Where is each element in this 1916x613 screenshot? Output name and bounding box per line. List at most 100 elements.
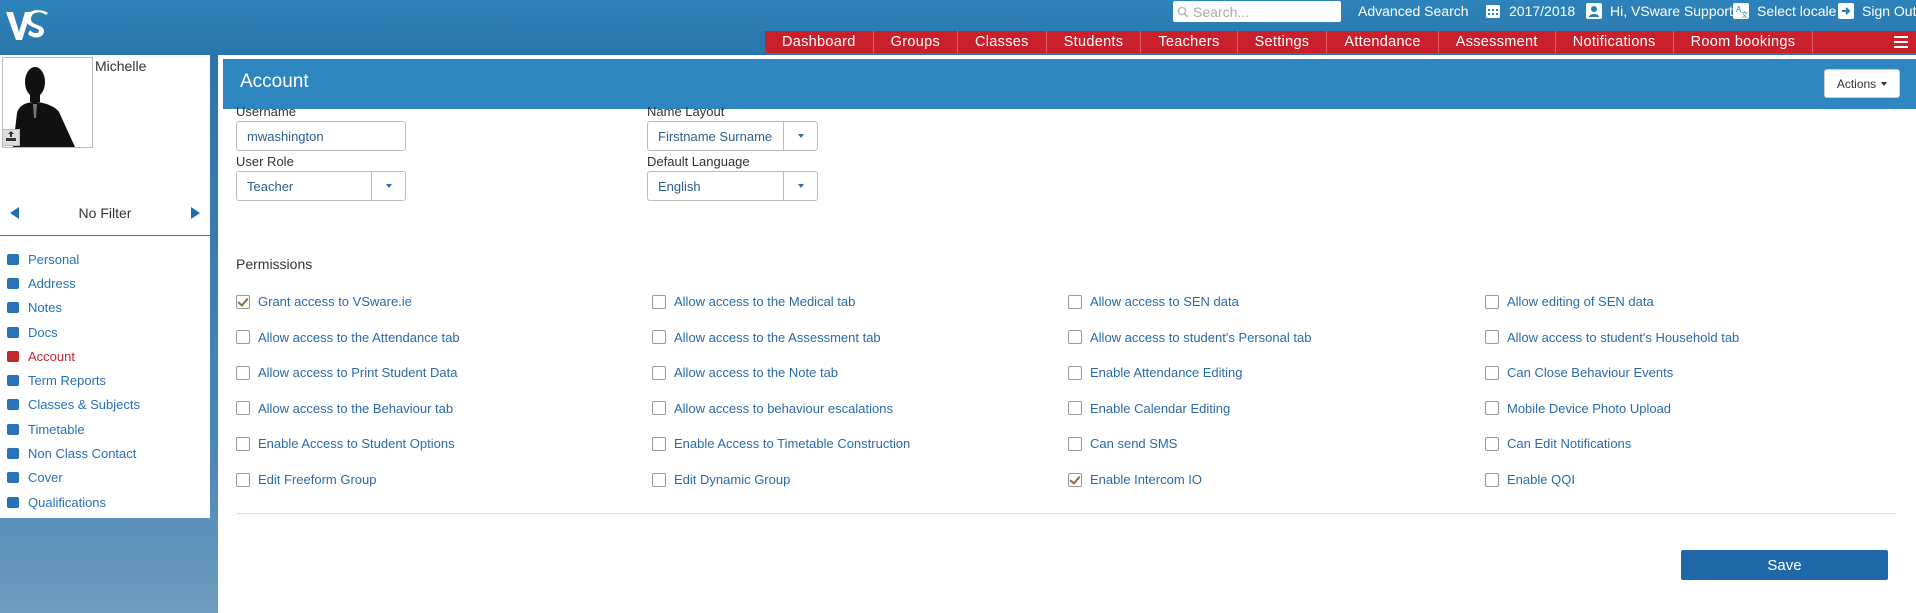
checkbox[interactable] [1068, 436, 1082, 451]
checkbox[interactable] [236, 436, 250, 451]
dropdown-toggle[interactable] [783, 172, 817, 200]
nav-attendance[interactable]: Attendance [1327, 31, 1439, 53]
checkbox[interactable] [652, 365, 666, 380]
permission-checkbox-row[interactable]: Allow access to student's Household tab [1485, 330, 1739, 345]
checkbox[interactable] [1485, 365, 1499, 380]
select-locale-link[interactable]: A 文 Select locale [1733, 0, 1836, 22]
sidebar-item-label: Classes & Subjects [28, 397, 140, 413]
sidebar-item-cover[interactable]: Cover [0, 466, 210, 490]
checkbox[interactable] [236, 401, 250, 416]
permission-checkbox-row[interactable]: Mobile Device Photo Upload [1485, 401, 1671, 416]
user-icon [1586, 3, 1602, 19]
search-input[interactable] [1189, 2, 1333, 21]
sign-out-link[interactable]: Sign Out [1838, 0, 1916, 22]
permission-checkbox-row[interactable]: Allow access to Print Student Data [236, 365, 457, 380]
checkbox[interactable] [1068, 294, 1082, 309]
permission-checkbox-row[interactable]: Enable Access to Timetable Construction [652, 436, 910, 451]
permission-checkbox-row[interactable]: Enable Intercom IO [1068, 472, 1202, 487]
permission-checkbox-row[interactable]: Enable Calendar Editing [1068, 401, 1230, 416]
checkbox[interactable] [236, 472, 250, 487]
checkbox[interactable] [1068, 401, 1082, 416]
name-layout-select[interactable]: Firstname Surname [647, 121, 818, 151]
sidebar-item-label: Personal [28, 251, 80, 267]
nav-groups[interactable]: Groups [874, 31, 958, 53]
sidebar-item-address[interactable]: Address [0, 271, 210, 295]
permission-checkbox-row[interactable]: Enable Access to Student Options [236, 436, 455, 451]
permission-checkbox-row[interactable]: Can Edit Notifications [1485, 436, 1631, 451]
nav-teachers[interactable]: Teachers [1141, 31, 1238, 53]
permission-label: Allow access to student's Household tab [1507, 329, 1740, 345]
checkbox[interactable] [1485, 401, 1499, 416]
academic-year-selector[interactable]: 2017/2018 [1485, 0, 1575, 22]
sidebar-item-personal[interactable]: Personal [0, 247, 210, 271]
checkbox[interactable] [236, 365, 250, 380]
upload-photo-button[interactable] [2, 129, 20, 146]
dropdown-toggle[interactable] [371, 172, 405, 200]
permission-checkbox-row[interactable]: Allow access to the Note tab [652, 365, 838, 380]
permission-label: Enable Access to Student Options [258, 436, 455, 452]
permission-checkbox-row[interactable]: Allow access to student's Personal tab [1068, 330, 1311, 345]
sidebar-item-non-class-contact[interactable]: Non Class Contact [0, 441, 210, 465]
permission-checkbox-row[interactable]: Edit Dynamic Group [652, 472, 790, 487]
sidebar-item-account[interactable]: Account [0, 344, 210, 368]
nav-students[interactable]: Students [1047, 31, 1142, 53]
dropdown-toggle[interactable] [783, 122, 817, 150]
permission-checkbox-row[interactable]: Allow access to the Assessment tab [652, 330, 881, 345]
nav-settings[interactable]: Settings [1238, 31, 1328, 53]
nav-room-bookings[interactable]: Room bookings [1674, 31, 1814, 53]
nav-dashboard[interactable]: Dashboard [765, 31, 874, 53]
previous-arrow-icon[interactable] [10, 207, 19, 219]
checkbox[interactable] [1068, 365, 1082, 380]
permission-checkbox-row[interactable]: Allow access to SEN data [1068, 294, 1239, 309]
edit-icon [7, 302, 19, 314]
checkbox[interactable] [1485, 472, 1499, 487]
student-sections-nav: Personal Address Notes Docs Account Term… [0, 247, 210, 514]
home-icon [7, 277, 19, 289]
permission-checkbox-row[interactable]: Allow access to the Attendance tab [236, 330, 460, 345]
checkbox[interactable] [1485, 294, 1499, 309]
username-input[interactable] [236, 121, 406, 151]
default-language-select[interactable]: English [647, 171, 818, 201]
nav-notifications[interactable]: Notifications [1556, 31, 1674, 53]
sidebar-item-classes-subjects[interactable]: Classes & Subjects [0, 393, 210, 417]
permission-checkbox-row[interactable]: Allow editing of SEN data [1485, 294, 1654, 309]
permission-checkbox-row[interactable]: Can Close Behaviour Events [1485, 365, 1673, 380]
permission-checkbox-row[interactable]: Allow access to the Behaviour tab [236, 401, 453, 416]
save-button[interactable]: Save [1681, 550, 1888, 580]
user-role-select[interactable]: Teacher [236, 171, 406, 201]
sidebar-item-notes[interactable]: Notes [0, 296, 210, 320]
permission-checkbox-row[interactable]: Allow access to behaviour escalations [652, 401, 893, 416]
permission-label: Mobile Device Photo Upload [1507, 400, 1672, 416]
checkbox[interactable] [652, 330, 666, 345]
user-menu[interactable]: Hi, VSware Support [1586, 0, 1733, 22]
permission-checkbox-row[interactable]: Edit Freeform Group [236, 472, 377, 487]
permission-checkbox-row[interactable]: Enable QQI [1485, 472, 1575, 487]
nav-menu-button[interactable] [1886, 31, 1916, 53]
checkbox[interactable] [652, 436, 666, 451]
permission-checkbox-row[interactable]: Allow access to the Medical tab [652, 294, 855, 309]
checkbox[interactable] [1068, 330, 1082, 345]
advanced-search-link[interactable]: Advanced Search [1358, 0, 1469, 22]
checkbox[interactable] [236, 330, 250, 345]
sidebar-item-timetable[interactable]: Timetable [0, 417, 210, 441]
checkbox[interactable] [652, 472, 666, 487]
checkbox[interactable] [236, 294, 250, 309]
vsware-logo[interactable] [4, 6, 48, 46]
nav-classes[interactable]: Classes [958, 31, 1047, 53]
permission-checkbox-row[interactable]: Enable Attendance Editing [1068, 365, 1243, 380]
checkbox[interactable] [1485, 330, 1499, 345]
checkbox[interactable] [1068, 472, 1082, 487]
checkbox[interactable] [652, 294, 666, 309]
actions-dropdown-button[interactable]: Actions [1824, 69, 1900, 98]
sidebar-item-term-reports[interactable]: Term Reports [0, 368, 210, 392]
checkbox[interactable] [652, 401, 666, 416]
nav-assessment[interactable]: Assessment [1439, 31, 1556, 53]
sidebar-item-docs[interactable]: Docs [0, 320, 210, 344]
sidebar-item-qualifications[interactable]: Qualifications [0, 490, 210, 514]
checkbox[interactable] [1485, 436, 1499, 451]
permission-checkbox-row[interactable]: Can send SMS [1068, 436, 1177, 451]
search-box[interactable] [1173, 1, 1341, 22]
file-icon [7, 326, 19, 338]
permission-checkbox-row[interactable]: Grant access to VSware.ie [236, 294, 412, 309]
next-arrow-icon[interactable] [191, 207, 200, 219]
